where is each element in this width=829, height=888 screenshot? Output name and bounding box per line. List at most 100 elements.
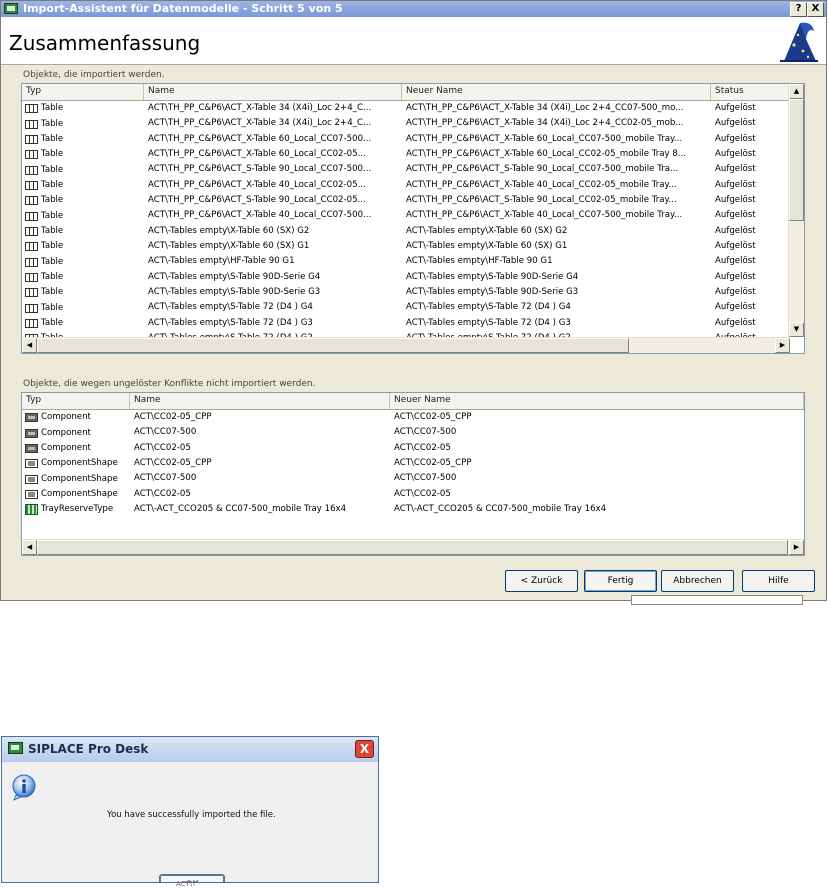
table-row[interactable]: Table ACT\-Tables empty\S-Table 90D-Serie…	[22, 285, 790, 300]
row-new-name: ACT\-Tables empty\S-Table 72 (D4 ) G4	[406, 302, 571, 313]
column-header-name[interactable]: Name	[130, 393, 390, 409]
table-row[interactable]: Component ACT\CC07-500 ACT\CC07-500	[22, 425, 804, 440]
row-new-name: ACT\TH_PP_C&P6\ACT_X-Table 40_Local_CC02…	[406, 179, 677, 190]
row-type: Table	[22, 132, 144, 147]
row-type-label: Table	[41, 271, 64, 282]
row-new-name: ACT\-Tables empty\S-Table 90D-Serie G3	[406, 287, 579, 298]
scroll-right-arrow-icon[interactable]: ▶	[775, 338, 790, 353]
row-new-name: ACT\CC02-05	[394, 442, 451, 453]
table-row[interactable]: Table ACT\TH_PP_C&P6\ACT_X-Table 34 (X4i)…	[22, 101, 790, 116]
row-type: Table	[22, 162, 144, 177]
help-title-button[interactable]: ?	[790, 2, 807, 17]
scroll-left-arrow-icon[interactable]: ◀	[22, 540, 37, 555]
row-type: Table	[22, 316, 144, 331]
row-type: Table	[22, 285, 144, 300]
cancel-button[interactable]: Abbrechen	[661, 570, 734, 592]
conflict-horizontal-scrollbar[interactable]: ◀ ▶	[22, 539, 804, 555]
app-icon	[8, 742, 23, 754]
info-icon	[12, 774, 36, 801]
table-row[interactable]: Table ACT\TH_PP_C&P6\ACT_S-Table 90_Local…	[22, 162, 790, 177]
table-icon	[25, 104, 38, 114]
row-name: ACT\-Tables empty\S-Table 90D-Serie G4	[148, 271, 321, 282]
conflict-list-header: Typ Name Neuer Name	[22, 393, 804, 410]
scroll-thumb[interactable]	[37, 338, 629, 353]
scroll-thumb[interactable]	[789, 99, 804, 221]
row-type-label: Table	[41, 149, 64, 160]
row-type-label: Component	[41, 442, 91, 453]
row-new-name: ACT\TH_PP_C&P6\ACT_X-Table 34 (X4i)_Loc …	[406, 118, 684, 129]
imported-vertical-scrollbar[interactable]: ▲ ▼	[788, 84, 804, 337]
row-type-label: Table	[41, 164, 64, 175]
help-button[interactable]: Hilfe	[742, 570, 815, 592]
table-row[interactable]: TrayReserveType ACT\-ACT_CCO205 & CC07-50…	[22, 502, 804, 517]
imported-objects-list[interactable]: Typ Name Neuer Name Status Table ACT\TH_P…	[21, 83, 805, 354]
wizard-titlebar[interactable]: Import-Assistent für Datenmodelle - Schr…	[1, 1, 826, 17]
row-new-name: ACT\CC07-500	[394, 473, 457, 484]
row-new-name: ACT\-Tables empty\HF-Table 90 G1	[406, 256, 553, 267]
column-header-type[interactable]: Typ	[22, 84, 144, 100]
scroll-left-arrow-icon[interactable]: ◀	[22, 338, 37, 353]
table-row[interactable]: Table ACT\-Tables empty\X-Table 60 (SX) G…	[22, 239, 790, 254]
scroll-up-arrow-icon[interactable]: ▲	[789, 84, 804, 99]
import-wizard-window: Import-Assistent für Datenmodelle - Schr…	[0, 0, 827, 601]
row-type-label: ComponentShape	[41, 488, 118, 499]
row-type: Table	[22, 208, 144, 223]
row-name: ACT\CC07-500	[134, 427, 197, 438]
table-row[interactable]: Table ACT\TH_PP_C&P6\ACT_X-Table 60_Local…	[22, 147, 790, 162]
message-box-titlebar[interactable]: SIPLACE Pro Desk X	[2, 737, 378, 762]
row-type: Table	[22, 270, 144, 285]
back-button[interactable]: < Zurück	[505, 570, 578, 592]
close-title-button[interactable]: X	[807, 2, 824, 17]
table-row[interactable]: Table ACT\-Tables empty\X-Table 60 (SX) G…	[22, 224, 790, 239]
table-row[interactable]: Table ACT\TH_PP_C&P6\ACT_X-Table 40_Local…	[22, 178, 790, 193]
table-row[interactable]: ComponentShape ACT\CC02-05_CPP ACT\CC02-05…	[22, 456, 804, 471]
table-row[interactable]: ComponentShape ACT\CC02-05 ACT\CC02-05	[22, 487, 804, 502]
row-type: Component	[22, 425, 130, 440]
row-name: ACT\CC02-05	[134, 442, 191, 453]
page-title: Zusammenfassung	[9, 31, 201, 55]
table-row[interactable]: Table ACT\-Tables empty\HF-Table 90 G1 ACT…	[22, 254, 790, 269]
column-header-status[interactable]: Status	[711, 84, 790, 100]
row-status: Aufgelöst	[715, 302, 756, 313]
row-name: ACT\-ACT_CCO205 & CC07-500_mobile Tray 1…	[134, 504, 347, 515]
table-row[interactable]: Component ACT\CC02-05_CPP ACT\CC02-05_CPP	[22, 410, 804, 425]
table-icon	[25, 165, 38, 175]
table-row[interactable]: Table ACT\TH_PP_C&P6\ACT_S-Table 90_Local…	[22, 193, 790, 208]
table-row[interactable]: Table ACT\-Tables empty\S-Table 90D-Serie…	[22, 270, 790, 285]
row-new-name: ACT\TH_PP_C&P6\ACT_X-Table 60_Local_CC02…	[406, 149, 687, 160]
row-new-name: ACT\TH_PP_C&P6\ACT_S-Table 90_Local_CC07…	[406, 164, 679, 175]
column-header-new-name[interactable]: Neuer Name	[390, 393, 804, 409]
table-row[interactable]: Component ACT\CC02-05 ACT\CC02-05	[22, 441, 804, 456]
row-type-label: ComponentShape	[41, 473, 118, 484]
finish-button[interactable]: Fertig	[584, 570, 657, 592]
scroll-right-arrow-icon[interactable]: ▶	[789, 540, 804, 555]
component-shape-icon	[25, 489, 38, 499]
row-status: Aufgelöst	[715, 317, 756, 328]
imported-horizontal-scrollbar[interactable]: ◀ ▶	[22, 337, 790, 353]
tray-icon	[25, 504, 38, 516]
column-header-name[interactable]: Name	[144, 84, 402, 100]
table-row[interactable]: Table ACT\TH_PP_C&P6\ACT_X-Table 60_Local…	[22, 132, 790, 147]
row-new-name: ACT\-Tables empty\X-Table 60 (SX) G1	[406, 241, 568, 252]
row-new-name: ACT\-Tables empty\S-Table 90D-Serie G4	[406, 271, 579, 282]
row-type: Table	[22, 239, 144, 254]
scroll-down-arrow-icon[interactable]: ▼	[789, 322, 804, 337]
close-icon[interactable]: X	[355, 740, 374, 758]
conflict-objects-list[interactable]: Typ Name Neuer Name Component ACT\CC02-05…	[21, 392, 805, 556]
table-row[interactable]: ComponentShape ACT\CC07-500 ACT\CC07-500	[22, 471, 804, 486]
row-name: ACT\CC02-05	[134, 488, 191, 499]
row-name: ACT\TH_PP_C&P6\ACT_X-Table 40_Local_CC07…	[148, 210, 372, 221]
column-header-new-name[interactable]: Neuer Name	[402, 84, 711, 100]
row-type-label: Table	[41, 256, 64, 267]
table-row[interactable]: Table ACT\TH_PP_C&P6\ACT_X-Table 40_Local…	[22, 208, 790, 223]
row-name: ACT\TH_PP_C&P6\ACT_X-Table 34 (X4i)_Loc …	[148, 118, 372, 129]
table-row[interactable]: Table ACT\TH_PP_C&P6\ACT_X-Table 34 (X4i)…	[22, 116, 790, 131]
row-new-name: ACT\-Tables empty\S-Table 72 (D4 ) G3	[406, 317, 571, 328]
table-row[interactable]: Table ACT\-Tables empty\S-Table 72 (D4 ) …	[22, 316, 790, 331]
row-status: Aufgelöst	[715, 103, 756, 113]
scroll-thumb[interactable]	[37, 540, 788, 555]
column-header-type[interactable]: Typ	[22, 393, 130, 409]
table-row[interactable]: Table ACT\-Tables empty\S-Table 72 (D4 ) …	[22, 300, 790, 315]
message-box-title: SIPLACE Pro Desk	[28, 742, 149, 756]
row-type-label: Table	[41, 195, 64, 206]
